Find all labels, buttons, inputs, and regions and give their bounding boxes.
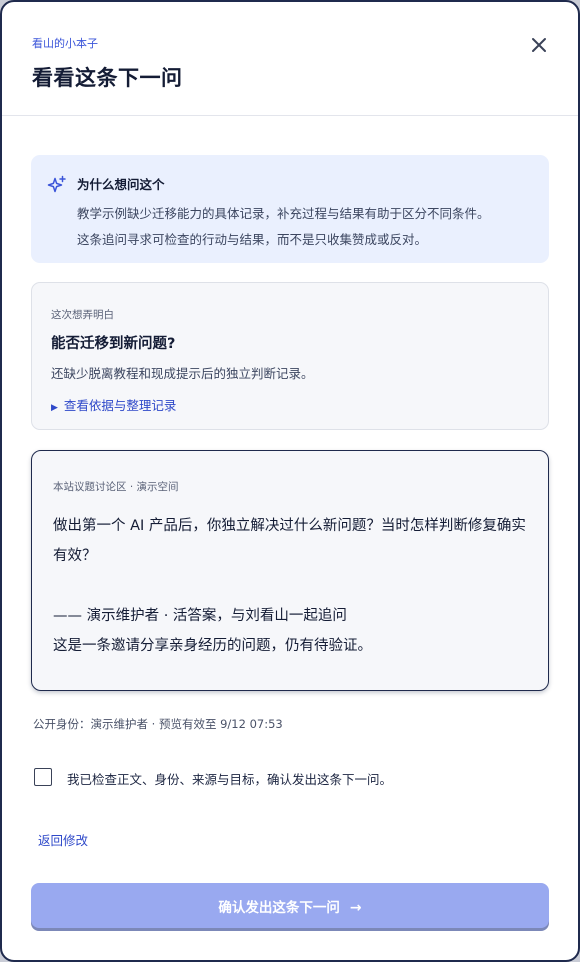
confirm-checkbox[interactable] xyxy=(34,768,52,786)
preview-source-label: 本站议题讨论区 · 演示空间 xyxy=(53,481,179,493)
confirm-send-button[interactable]: 确认发出这条下一问 → xyxy=(31,883,549,928)
clarify-label: 这次想弄明白 xyxy=(51,309,114,321)
view-evidence-link[interactable]: ▶ 查看依据与整理记录 xyxy=(51,395,176,414)
preview-note: 这是一条邀请分享亲身经历的问题，仍有待验证。 xyxy=(53,638,372,654)
close-button[interactable] xyxy=(526,32,552,58)
confirm-check-label[interactable]: 我已检查正文、身份、来源与目标，确认发出这条下一问。 xyxy=(67,769,392,788)
clarify-panel: 这次想弄明白 能否迁移到新问题? 还缺少脱离教程和现成提示后的独立判断记录。 ▶… xyxy=(31,282,549,430)
view-evidence-label: 查看依据与整理记录 xyxy=(63,398,177,413)
question-preview: 本站议题讨论区 · 演示空间 做出第一个 AI 产品后，你独立解决过什么新问题？… xyxy=(31,450,549,691)
preview-spacer xyxy=(53,571,533,601)
dialog-header: 看山的小本子 看看这条下一问 xyxy=(2,2,578,116)
preview-question: 做出第一个 AI 产品后，你独立解决过什么新问题？当时怎样判断修复确实有效？ xyxy=(53,518,526,564)
close-icon xyxy=(532,38,546,52)
back-edit-link[interactable]: 返回修改 xyxy=(38,830,88,849)
notebook-name: 看山的小本子 xyxy=(32,37,98,50)
clarify-question: 能否迁移到新问题? xyxy=(51,336,176,352)
preview-body: 做出第一个 AI 产品后，你独立解决过什么新问题？当时怎样判断修复确实有效？ —… xyxy=(53,511,533,661)
preview-signature: —— 演示维护者 · 活答案，与刘看山一起追问 xyxy=(53,608,347,624)
dialog-title: 看看这条下一问 xyxy=(32,66,183,90)
clarify-detail: 还缺少脱离教程和现成提示后的独立判断记录。 xyxy=(51,366,314,381)
confirm-send-label: 确认发出这条下一问 xyxy=(218,899,340,916)
expand-triangle-icon: ▶ xyxy=(51,403,58,413)
why-text-line: 这条追问寻求可检查的行动与结果，而不是只收集赞成或反对。 xyxy=(77,232,428,247)
confirm-check-row: 我已检查正文、身份、来源与目标，确认发出这条下一问。 xyxy=(34,766,554,788)
dialog: 看山的小本子 看看这条下一问 为什么想问这个 教学示例缺少迁移能力的具体记录，补… xyxy=(0,0,580,962)
public-identity-text: 公开身份：演示维护者 · 预览有效至 9/12 07:53 xyxy=(33,717,283,731)
why-text-line: 教学示例缺少迁移能力的具体记录，补充过程与结果有助于区分不同条件。 xyxy=(77,206,490,221)
sparkle-icon xyxy=(47,175,66,193)
arrow-right-icon: → xyxy=(349,899,362,916)
why-heading: 为什么想问这个 xyxy=(77,177,165,192)
why-panel: 为什么想问这个 教学示例缺少迁移能力的具体记录，补充过程与结果有助于区分不同条件… xyxy=(31,155,549,263)
